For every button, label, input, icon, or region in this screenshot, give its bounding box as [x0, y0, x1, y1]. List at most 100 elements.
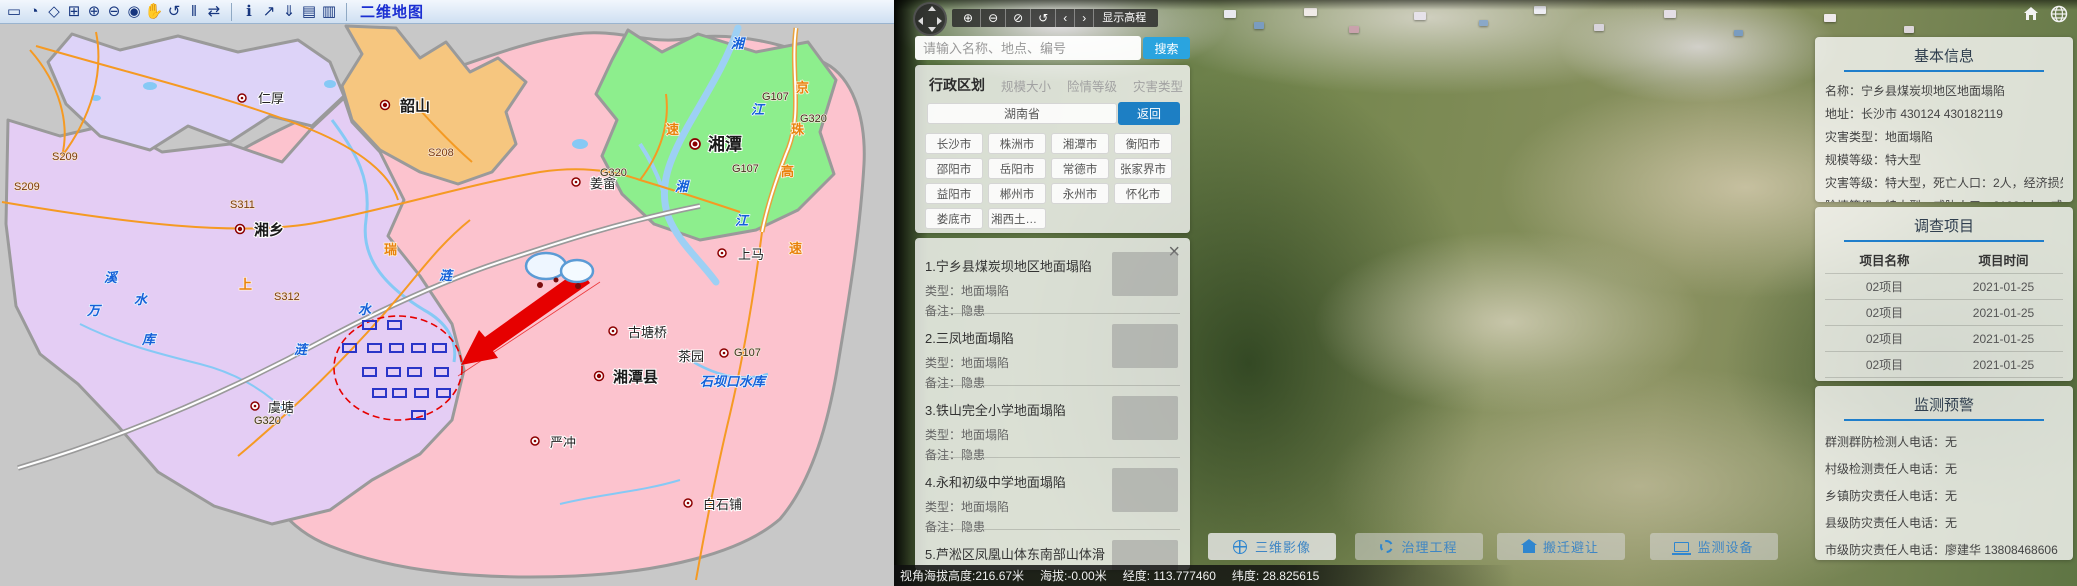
disaster-list-panel: × 1.宁乡县煤炭坝地区地面塌陷 类型：地面塌陷 备注：隐患 2.三凤地面塌陷 …: [915, 238, 1190, 570]
measure-polygon-icon[interactable]: ◇: [44, 1, 64, 23]
survey-row[interactable]: 02项目 2021-01-25: [1825, 351, 2063, 377]
city-button[interactable]: 怀化市: [1114, 183, 1172, 204]
btn-3d-imagery[interactable]: 三维影像: [1208, 533, 1336, 560]
col-project-time: 项目时间: [1944, 250, 2063, 269]
map-label-renhou: 仁厚: [258, 91, 284, 106]
map-label-xiangxiang: 湘乡: [254, 221, 284, 239]
city-grid: 长沙市株洲市湘潭市衡阳市邵阳市岳阳市常德市张家界市益阳市郴州市永州市怀化市娄底市…: [925, 133, 1180, 229]
toolbar-icon-group-2: ℹ↗⇓▤▥: [239, 1, 339, 23]
disaster-list-item[interactable]: 5.芦淞区凤凰山体东南部山体滑坡 类型：山体滑坡 备注：隐患: [925, 530, 1180, 570]
btn-monitor-device[interactable]: 监测设备: [1650, 533, 1778, 560]
project-name: 02项目: [1825, 352, 1944, 377]
measure-distance-icon[interactable]: ▭: [4, 1, 24, 23]
reset-view-icon[interactable]: ↺: [1030, 9, 1055, 27]
back-button[interactable]: 返回: [1118, 102, 1180, 125]
search-button[interactable]: 搜索: [1143, 37, 1190, 59]
city-button[interactable]: 娄底市: [925, 208, 983, 229]
zoom-previous-icon[interactable]: ↺: [164, 1, 184, 23]
prev-icon[interactable]: ‹: [1055, 9, 1074, 27]
print-preview-icon[interactable]: ▥: [319, 1, 339, 23]
map-2d-title: 二维地图: [360, 1, 424, 22]
show-elevation-button[interactable]: 显示高程: [1093, 9, 1154, 27]
map-label-gutangqiao: 古塘桥: [628, 325, 667, 340]
circle-minus-icon[interactable]: ⊘: [1005, 9, 1030, 27]
city-button[interactable]: 邵阳市: [925, 158, 983, 179]
survey-row[interactable]: 02项目 2021-01-25: [1825, 299, 2063, 325]
house: [1224, 10, 1236, 18]
survey-table-header: 项目名称 项目时间: [1825, 250, 2063, 273]
info-row: 灾害等级：特大型，死亡人口：2人，经济损失：250...: [1825, 172, 2063, 195]
viewer-3d-pane[interactable]: ⊕⊖⊘↺‹› 显示高程 搜索 行政区划规模大小险情等级灾害类型 湖南省 返回 长…: [894, 0, 2077, 586]
city-button[interactable]: 郴州市: [988, 183, 1046, 204]
house: [1664, 10, 1676, 18]
button-label: 监测设备: [1697, 537, 1753, 556]
city-button[interactable]: 衡阳市: [1114, 133, 1172, 154]
disaster-thumbnail[interactable]: [1112, 396, 1178, 440]
basic-info-rows: 名称：宁乡县煤炭坝地区地面塌陷地址：长沙市 430124 430182119灾害…: [1825, 80, 2063, 202]
globe-icon[interactable]: [2049, 4, 2069, 24]
water-label-shui: 水: [358, 302, 372, 317]
filter-panel: 行政区划规模大小险情等级灾害类型 湖南省 返回 长沙市株洲市湘潭市衡阳市邵阳市岳…: [915, 65, 1190, 233]
info-icon[interactable]: ℹ: [239, 1, 259, 23]
export-icon[interactable]: ↗: [259, 1, 279, 23]
survey-row[interactable]: 02项目 2021-01-25: [1825, 325, 2063, 351]
city-button[interactable]: 常德市: [1051, 158, 1109, 179]
zoom-in-icon[interactable]: ⊕: [84, 1, 104, 23]
disaster-thumbnail[interactable]: [1112, 252, 1178, 296]
project-date: 2021-01-25: [1944, 300, 2063, 325]
info-row: 险情等级：特大型，威胁人口：21934人，威胁财产...: [1825, 195, 2063, 202]
house: [1414, 12, 1426, 20]
disaster-list-item[interactable]: 1.宁乡县煤炭坝地区地面塌陷 类型：地面塌陷 备注：隐患: [925, 242, 1180, 314]
next-icon[interactable]: ›: [1074, 9, 1093, 27]
water-label-lian: 涟: [294, 342, 309, 357]
disaster-list-item[interactable]: 2.三凤地面塌陷 类型：地面塌陷 备注：隐患: [925, 314, 1180, 386]
map-canvas[interactable]: 仁厚 韶山 湘潭 姜畲 湘乡 上马 古塘桥 茶园 湘潭县 严冲 白石铺 虞塘 S…: [0, 24, 894, 586]
city-button[interactable]: 长沙市: [925, 133, 983, 154]
city-button[interactable]: 张家界市: [1114, 158, 1172, 179]
app-window: ▭◔◇⊞⊕⊖◉✋↺‖⇄ ℹ↗⇓▤▥ 二维地图: [0, 0, 2077, 586]
panel-title: 监测预警: [1825, 392, 2063, 415]
expressway-label-rui: 瑞: [384, 242, 397, 257]
disaster-thumbnail[interactable]: [1112, 468, 1178, 512]
project-name: 02项目: [1825, 274, 1944, 299]
zoom-out-icon[interactable]: ⊖: [104, 1, 124, 23]
grid-icon[interactable]: ⊞: [64, 1, 84, 23]
disaster-list-item[interactable]: 3.铁山完全小学地面塌陷 类型：地面塌陷 备注：隐患: [925, 386, 1180, 458]
compass-control[interactable]: [913, 2, 947, 36]
disaster-list: 1.宁乡县煤炭坝地区地面塌陷 类型：地面塌陷 备注：隐患 2.三凤地面塌陷 类型…: [925, 242, 1180, 570]
btn-treatment-project[interactable]: 治理工程: [1355, 533, 1483, 560]
disaster-list-item[interactable]: 4.永和初级中学地面塌陷 类型：地面塌陷 备注：隐患: [925, 458, 1180, 530]
pan-hand-icon[interactable]: ✋: [144, 1, 164, 23]
city-button[interactable]: 湘西土家族...: [988, 208, 1046, 229]
survey-row[interactable]: 02项目 2021-01-25: [1825, 273, 2063, 299]
city-button[interactable]: 益阳市: [925, 183, 983, 204]
swap-icon[interactable]: ⇄: [204, 1, 224, 23]
water-label-xiang: 湘: [731, 36, 746, 51]
expressway-label-zhu: 珠: [791, 122, 805, 137]
survey-row[interactable]: 02项目 2021-01-25: [1825, 377, 2063, 381]
city-button[interactable]: 永州市: [1051, 183, 1109, 204]
province-button[interactable]: 湖南省: [927, 103, 1117, 124]
zoom-out-icon[interactable]: ⊖: [980, 9, 1005, 27]
zoom-in-icon[interactable]: ⊕: [956, 9, 980, 27]
water-label-reservoir: 石坝口水库: [700, 374, 768, 389]
province-row: 湖南省 返回: [925, 103, 1180, 127]
city-button[interactable]: 湘潭市: [1051, 133, 1109, 154]
expressway-label-su: 速: [666, 122, 679, 137]
btn-relocation[interactable]: 搬迁避让: [1497, 533, 1625, 560]
pause-icon[interactable]: ‖: [184, 1, 204, 23]
col-project-name: 项目名称: [1825, 250, 1944, 269]
city-button[interactable]: 株洲市: [988, 133, 1046, 154]
print-icon[interactable]: ▤: [299, 1, 319, 23]
home-icon[interactable]: [2021, 4, 2041, 24]
search-input[interactable]: [915, 36, 1141, 60]
map-label-xiangtan-city: 湘潭: [708, 134, 742, 154]
save-icon[interactable]: ⇓: [279, 1, 299, 23]
monitor-row: 群测群防检测人电话：无: [1825, 429, 2063, 456]
city-button[interactable]: 岳阳市: [988, 158, 1046, 179]
disaster-thumbnail[interactable]: [1112, 324, 1178, 368]
water-label-jiang: 江: [751, 102, 766, 117]
measure-circle-icon[interactable]: ◔: [24, 1, 44, 23]
button-icon: [1380, 540, 1393, 553]
globe-icon[interactable]: ◉: [124, 1, 144, 23]
